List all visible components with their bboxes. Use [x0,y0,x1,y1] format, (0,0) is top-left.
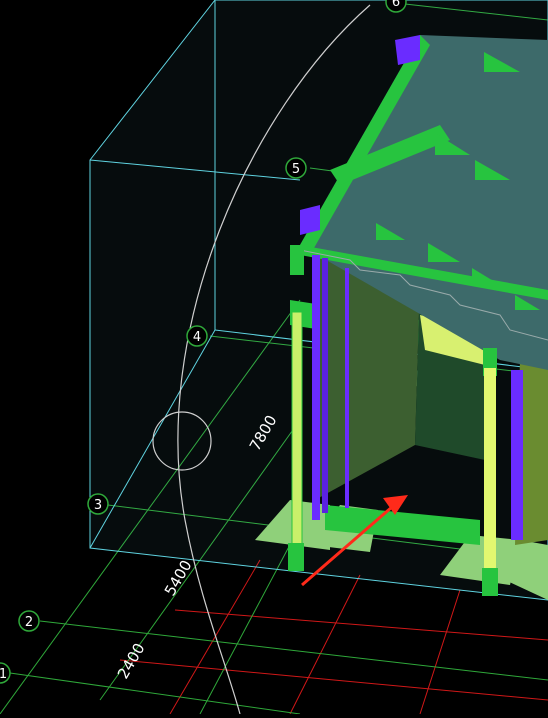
axis-marker-5[interactable]: 5 [285,157,307,179]
axis-marker-4[interactable]: 4 [186,325,208,347]
3d-model-viewport[interactable]: 6 5 4 3 2 1 7800 5400 2400 [0,0,548,715]
axis-marker-2[interactable]: 2 [18,610,40,632]
axis-label-1: 1 [0,667,7,682]
axis-label-2: 2 [25,615,33,630]
model-canvas[interactable]: 6 5 4 3 2 1 7800 5400 2400 [0,0,548,715]
axis-label-3: 3 [94,498,102,513]
axis-label-4: 4 [193,330,201,345]
axis-marker-3[interactable]: 3 [87,493,109,515]
axis-label-6: 6 [392,0,400,10]
axis-label-5: 5 [292,162,300,177]
